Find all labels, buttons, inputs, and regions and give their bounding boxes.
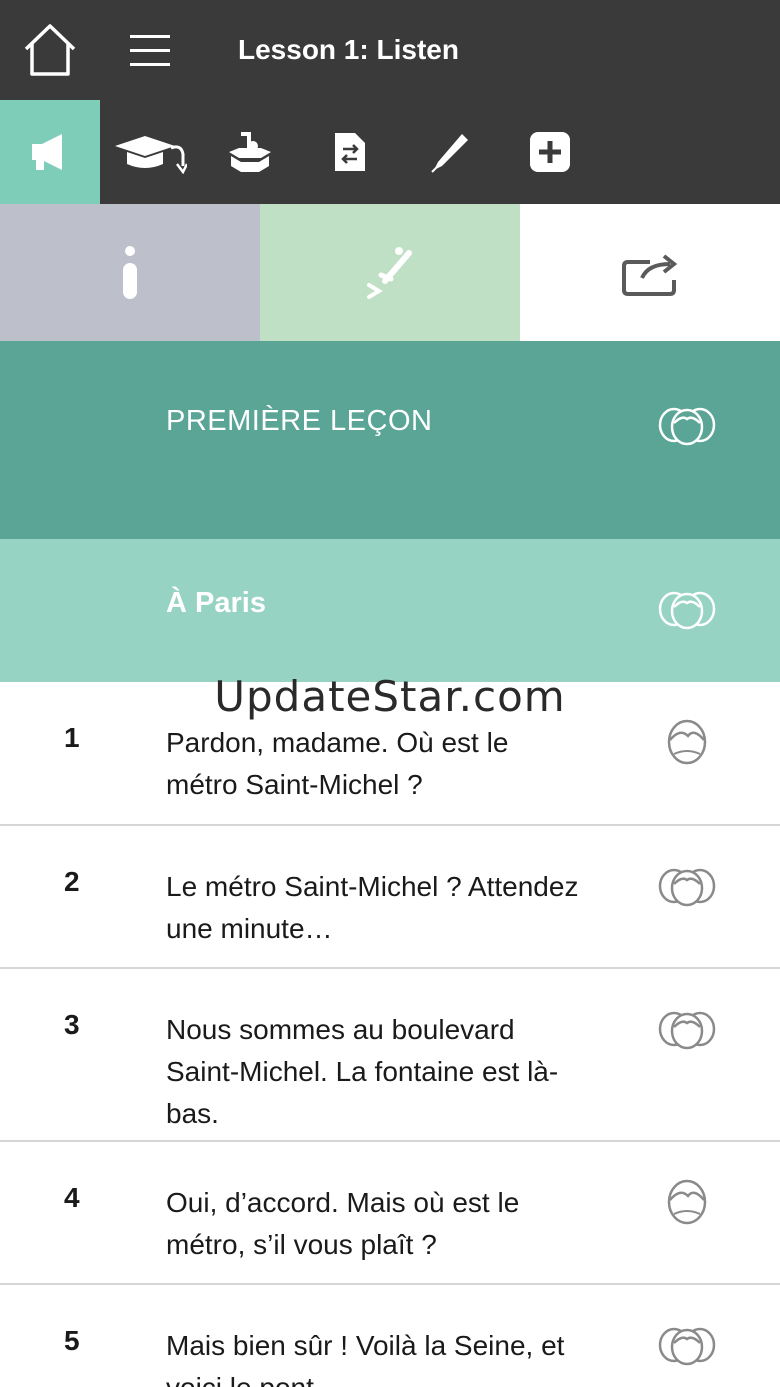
line-text: Pardon, madame. Où est le métro Saint-Mi… bbox=[166, 727, 509, 800]
page-title: Lesson 1: Listen bbox=[238, 34, 459, 65]
lesson-title: PREMIÈRE LEÇON bbox=[166, 405, 433, 437]
dialogue-title: À Paris bbox=[166, 587, 266, 619]
home-button[interactable] bbox=[20, 20, 80, 80]
dialogue-row-2[interactable]: 2 Le métro Saint-Michel ? Attendez une m… bbox=[0, 826, 780, 969]
lesson-header[interactable]: PREMIÈRE LEÇON bbox=[0, 341, 780, 539]
ballot-box-icon bbox=[229, 132, 271, 172]
line-number: 2 bbox=[64, 866, 80, 897]
tab-translate[interactable] bbox=[300, 100, 400, 204]
woman-face-icon bbox=[667, 719, 707, 765]
group-faces-icon bbox=[658, 868, 716, 907]
dialogue-row-3[interactable]: 3 Nous sommes au boulevard Saint-Michel.… bbox=[0, 969, 780, 1142]
graduation-cap-icon bbox=[115, 136, 187, 174]
group-faces-icon bbox=[658, 1327, 716, 1366]
line-number: 3 bbox=[64, 1009, 80, 1040]
woman-face-icon bbox=[667, 1179, 707, 1225]
info-icon bbox=[123, 245, 137, 299]
check-slider-icon bbox=[367, 246, 412, 299]
line-number: 5 bbox=[64, 1325, 80, 1356]
megaphone-icon bbox=[32, 134, 62, 170]
info-segment[interactable] bbox=[0, 204, 260, 341]
line-text: Nous sommes au boulevard Saint-Michel. L… bbox=[166, 1014, 559, 1129]
dialogue-subheader[interactable]: À Paris bbox=[0, 539, 780, 682]
tab-learn[interactable] bbox=[100, 100, 200, 204]
line-text: Oui, d’accord. Mais où est le métro, s’i… bbox=[166, 1187, 520, 1260]
tab-write[interactable] bbox=[400, 100, 500, 204]
share-segment[interactable] bbox=[520, 204, 780, 341]
segment-bar bbox=[0, 204, 780, 341]
group-faces-icon bbox=[658, 1011, 716, 1050]
pen-icon bbox=[431, 134, 468, 173]
watermark: UpdateStar.com bbox=[214, 672, 566, 721]
dialogue-row-5[interactable]: 5 Mais bien sûr ! Voilà la Seine, et voi… bbox=[0, 1285, 780, 1387]
group-faces-icon bbox=[658, 591, 716, 630]
line-text: Mais bien sûr ! Voilà la Seine, et voici… bbox=[166, 1330, 565, 1387]
share-icon bbox=[622, 253, 678, 296]
tab-vote[interactable] bbox=[200, 100, 300, 204]
line-number: 1 bbox=[64, 722, 80, 753]
tab-more[interactable] bbox=[500, 100, 600, 204]
dialogue-row-4[interactable]: 4 Oui, d’accord. Mais où est le métro, s… bbox=[0, 1142, 780, 1285]
top-bar: Lesson 1: Listen bbox=[0, 0, 780, 100]
group-faces-icon bbox=[658, 407, 716, 446]
line-number: 4 bbox=[64, 1182, 80, 1213]
document-swap-icon bbox=[335, 133, 365, 171]
practice-segment[interactable] bbox=[260, 204, 520, 341]
tab-listen[interactable] bbox=[0, 100, 100, 204]
line-text: Le métro Saint-Michel ? Attendez une min… bbox=[166, 871, 579, 944]
hamburger-menu-icon bbox=[130, 35, 170, 66]
tool-bar bbox=[0, 100, 780, 204]
plus-icon bbox=[530, 132, 570, 172]
home-icon bbox=[24, 24, 76, 76]
menu-button[interactable] bbox=[125, 28, 175, 72]
